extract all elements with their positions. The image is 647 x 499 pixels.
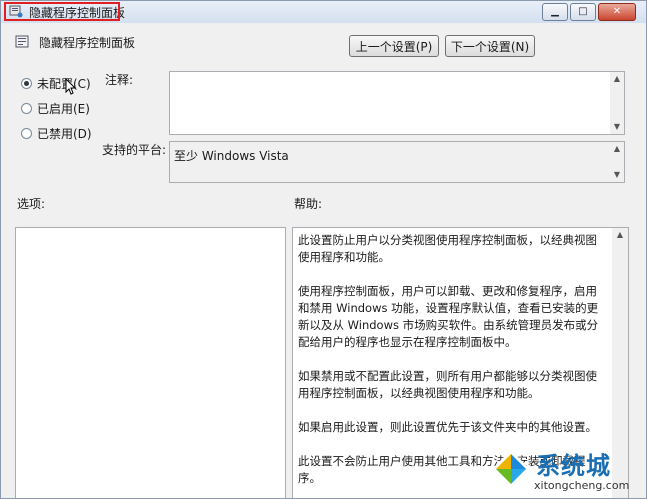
help-paragraph: 此设置防止用户以分类视图使用程序控制面板，以经典视图使用程序和功能。 [298, 233, 597, 264]
radio-label: 已启用(E) [37, 102, 90, 116]
radio-disabled[interactable]: 已禁用(D) [21, 125, 92, 142]
radio-enabled[interactable]: 已启用(E) [21, 100, 90, 117]
scroll-up-icon[interactable]: ▲ [612, 228, 628, 242]
platform-value: 至少 Windows Vista [174, 149, 289, 163]
watermark-url: xitongcheng.com [534, 479, 630, 492]
comment-textarea[interactable]: ▲ ▼ [169, 71, 625, 135]
comment-label: 注释: [105, 73, 134, 87]
options-panel [15, 227, 286, 498]
help-label: 帮助: [294, 197, 323, 211]
help-paragraph: 使用程序控制面板，用户可以卸载、更改和修复程序，启用和禁用 Windows 功能… [298, 284, 599, 349]
mouse-cursor-icon [65, 78, 77, 95]
minimize-button[interactable]: ▁ [542, 3, 568, 21]
close-button[interactable]: ✕ [598, 3, 636, 21]
help-paragraph: 如果启用此设置，则此设置优先于该文件夹中的其他设置。 [298, 420, 597, 434]
help-paragraph: 如果禁用或不配置此设置，则所有用户都能够以分类视图使用程序控制面板，以经典视图使… [298, 369, 597, 400]
scroll-down-icon[interactable]: ▼ [610, 168, 624, 182]
watermark: 系统城 xitongcheng.com [490, 446, 640, 496]
comment-scrollbar[interactable]: ▲ ▼ [610, 72, 624, 134]
radio-label: 未配置(C) [37, 77, 91, 91]
options-label: 选项: [17, 197, 46, 211]
next-setting-button[interactable]: 下一个设置(N) [445, 35, 535, 57]
platform-label: 支持的平台: [102, 143, 167, 157]
scroll-down-icon[interactable]: ▼ [610, 120, 624, 134]
title-highlight-box [4, 2, 120, 21]
radio-label: 已禁用(D) [37, 127, 92, 141]
scroll-up-icon[interactable]: ▲ [610, 142, 624, 156]
platform-scrollbar[interactable]: ▲ ▼ [610, 142, 624, 182]
setting-title: 隐藏程序控制面板 [39, 36, 136, 50]
radio-indicator[interactable] [21, 78, 32, 89]
window-controls: ▁ □ ✕ [540, 3, 636, 21]
policy-window: 隐藏程序控制面板 ▁ □ ✕ 隐藏程序控制面板 上一个设置(P) 下一个设置(N… [0, 0, 647, 499]
radio-indicator[interactable] [21, 128, 32, 139]
platform-field: 至少 Windows Vista ▲ ▼ [169, 141, 625, 183]
previous-setting-button[interactable]: 上一个设置(P) [349, 35, 439, 57]
watermark-name: 系统城 [536, 452, 611, 480]
radio-indicator[interactable] [21, 103, 32, 114]
maximize-button[interactable]: □ [570, 3, 596, 21]
policy-icon [15, 35, 29, 48]
radio-not-configured[interactable]: 未配置(C) [21, 75, 91, 92]
scroll-up-icon[interactable]: ▲ [610, 72, 624, 86]
title-bar: 隐藏程序控制面板 ▁ □ ✕ [1, 1, 646, 23]
windows-logo-icon [492, 450, 530, 488]
